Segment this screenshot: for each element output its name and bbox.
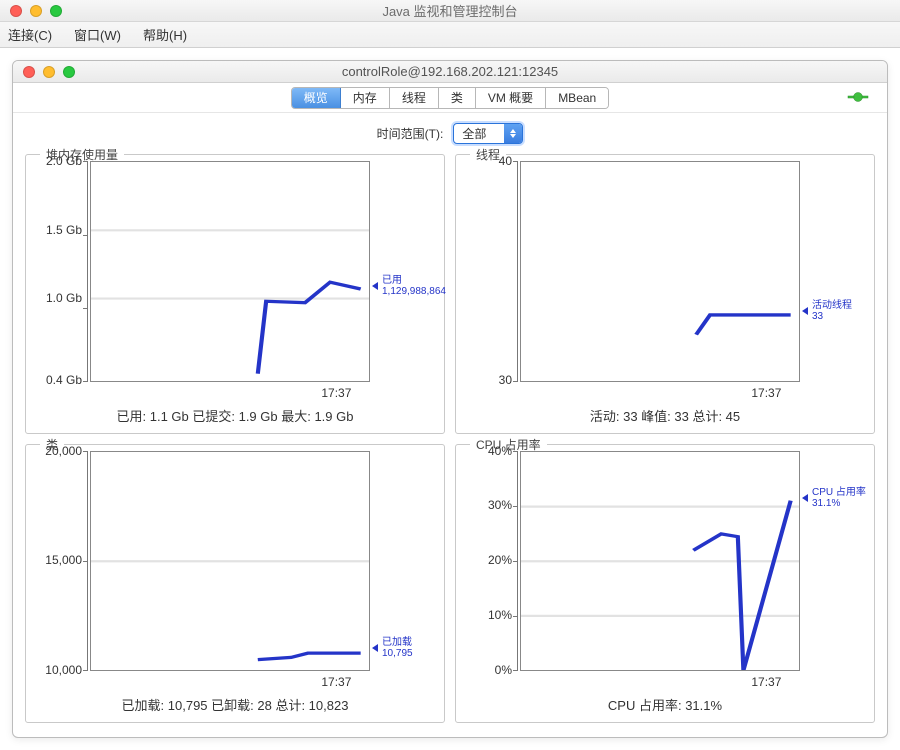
inner-titlebar: controlRole@192.168.202.121:12345 [13,61,887,83]
inner-window: controlRole@192.168.202.121:12345 概览内存线程… [12,60,888,738]
tab-4[interactable]: VM 概要 [476,88,546,108]
menubar: 连接(C) 窗口(W) 帮助(H) [0,22,900,48]
y-tick: 30% [488,498,512,512]
y-tick: 40% [488,444,512,458]
y-tick: 2.0 Gb [46,154,82,168]
menu-connect[interactable]: 连接(C) [8,25,52,44]
plot-cpu [520,451,800,672]
y-tick: 40 [499,154,512,168]
tab-0[interactable]: 概览 [292,88,341,108]
tab-3[interactable]: 类 [439,88,476,108]
y-tick: 1.0 Gb [46,291,82,305]
tab-5[interactable]: MBean [546,88,608,108]
tab-segmented: 概览内存线程类VM 概要MBean [291,87,609,109]
x-tick: 17:37 [751,675,781,689]
select-stepper-icon [504,124,522,143]
menu-help[interactable]: 帮助(H) [143,25,187,44]
panel-cpu: CPU 占用率40%30%20%10%0%CPU 占用率31.1%17:37CP… [455,444,875,724]
y-tick: 15,000 [45,553,82,567]
y-tick: 10,000 [45,663,82,677]
panel-classes: 类20,00015,00010,000已加载10,79517:37已加载: 10… [25,444,445,724]
summary-heap: 已用: 1.1 Gb 已提交: 1.9 Gb 最大: 1.9 Gb [26,402,444,433]
outer-titlebar: Java 监视和管理控制台 [0,0,900,22]
x-tick: 17:37 [321,675,351,689]
y-axis-cpu: 40%30%20%10%0% [460,451,518,690]
tab-bar: 概览内存线程类VM 概要MBean [13,83,887,113]
time-range-select[interactable]: 全部 [453,123,523,144]
y-tick: 0% [495,663,512,677]
series-marker-threads: 活动线程33 [802,300,852,322]
y-tick: 20,000 [45,444,82,458]
summary-cpu: CPU 占用率: 31.1% [456,691,874,722]
tab-2[interactable]: 线程 [390,88,439,108]
tab-1[interactable]: 内存 [341,88,390,108]
time-range-row: 时间范围(T): 全部 [13,113,887,148]
y-axis-threads: 4030 [460,161,518,400]
time-range-label: 时间范围(T): [377,125,444,142]
y-tick: 1.5 Gb [46,223,82,237]
y-axis-classes: 20,00015,00010,000 [30,451,88,690]
summary-classes: 已加载: 10,795 已卸载: 28 总计: 10,823 [26,691,444,722]
time-range-value: 全部 [454,125,504,142]
summary-threads: 活动: 33 峰值: 33 总计: 45 [456,402,874,433]
y-tick: 10% [488,608,512,622]
doc-title: controlRole@192.168.202.121:12345 [13,64,887,79]
series-marker-heap: 已用1,129,988,864 [372,275,446,297]
app-title: Java 监视和管理控制台 [0,1,900,20]
x-tick: 17:37 [321,386,351,400]
plot-classes [90,451,370,672]
menu-window[interactable]: 窗口(W) [74,25,121,44]
series-marker-cpu: CPU 占用率31.1% [802,487,866,509]
y-tick: 0.4 Gb [46,373,82,387]
panel-heap: 堆内存使用量2.0 Gb1.5 Gb1.0 Gb0.4 Gb已用1,129,98… [25,154,445,434]
plot-threads [520,161,800,382]
y-tick: 20% [488,553,512,567]
x-tick: 17:37 [751,386,781,400]
plot-heap [90,161,370,382]
y-tick: 30 [499,373,512,387]
y-axis-heap: 2.0 Gb1.5 Gb1.0 Gb0.4 Gb [30,161,88,400]
series-marker-classes: 已加载10,795 [372,637,413,659]
connection-status-icon [847,89,869,105]
panel-threads: 线程4030活动线程3317:37活动: 33 峰值: 33 总计: 45 [455,154,875,434]
